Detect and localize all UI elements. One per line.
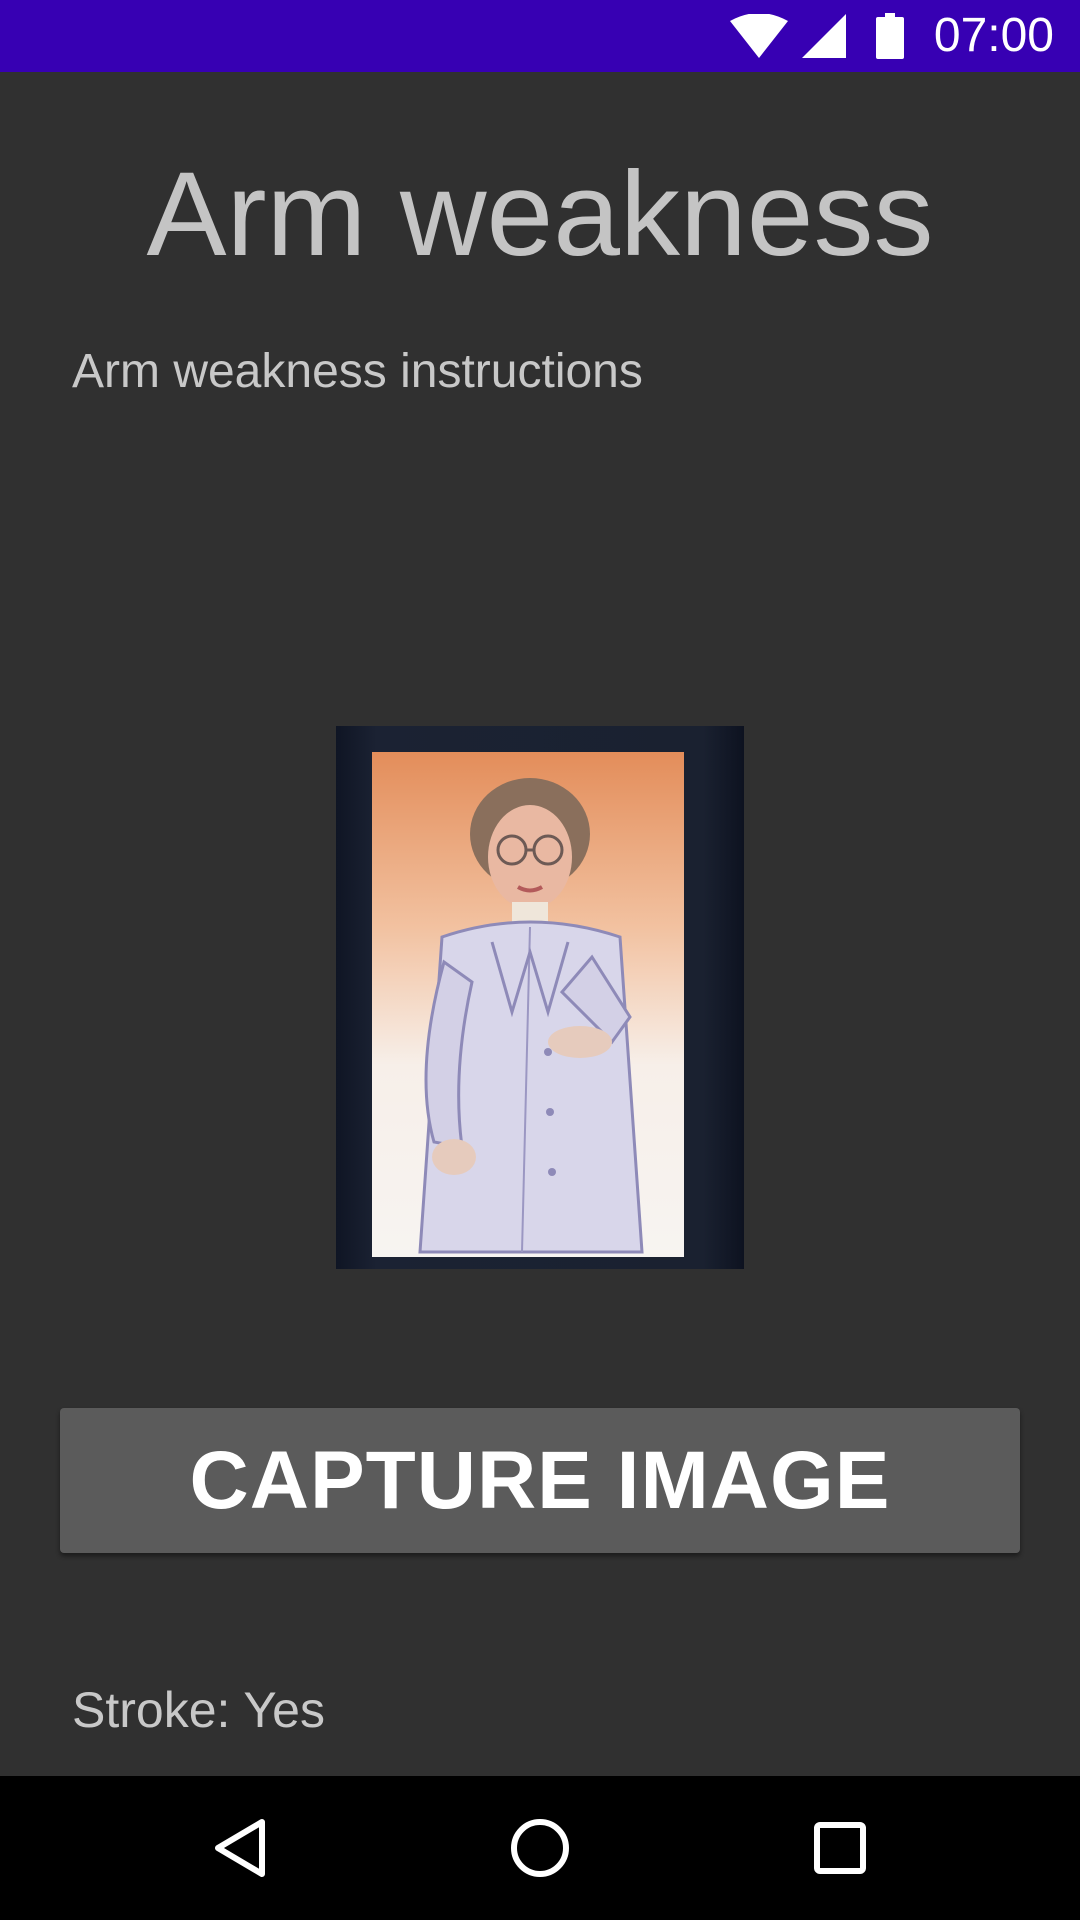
capture-image-button[interactable]: CAPTURE IMAGE [60,1408,1020,1553]
status-time: 07:00 [933,9,1054,62]
instruction-photo [336,726,744,1269]
battery-icon [875,13,904,59]
navigation-bar [0,1776,1080,1920]
cell-signal-icon [801,14,846,58]
recents-icon [814,1822,866,1874]
photo-card [372,752,684,1257]
status-bar: 07:00 [0,0,1080,72]
person-illustration [418,778,644,1254]
back-icon [215,1819,265,1877]
home-icon [511,1819,569,1877]
recents-button[interactable] [760,1776,920,1920]
back-button[interactable] [160,1776,320,1920]
main-content: Arm weakness Arm weakness instructions C… [0,72,1080,1776]
status-icons [729,13,934,59]
home-button[interactable] [460,1776,620,1920]
stroke-result-text: Stroke: Yes [72,1682,325,1738]
wifi-icon [729,14,788,58]
page-title: Arm weakness [146,147,934,281]
instructions-text: Arm weakness instructions [72,345,643,398]
